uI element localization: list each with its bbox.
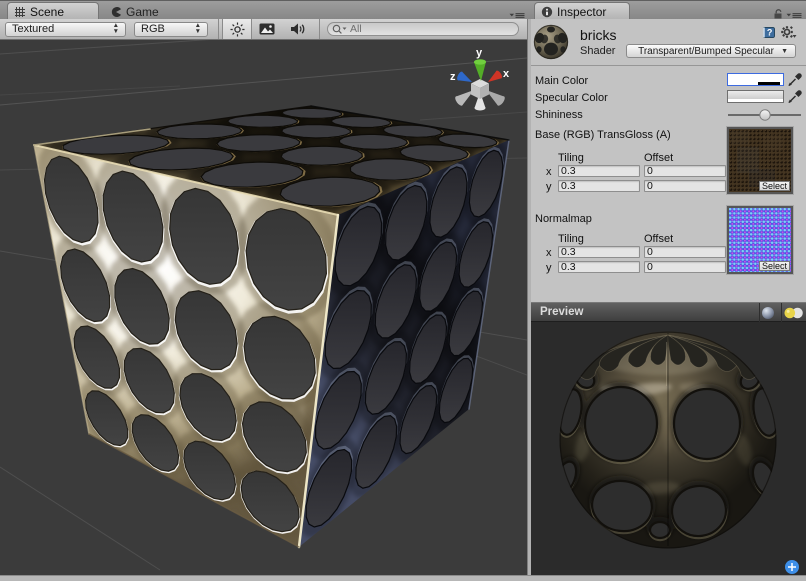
svg-text:x: x xyxy=(503,68,510,80)
svg-text:?: ? xyxy=(767,28,773,38)
svg-text:z: z xyxy=(450,71,456,83)
svg-text:y: y xyxy=(476,47,483,59)
